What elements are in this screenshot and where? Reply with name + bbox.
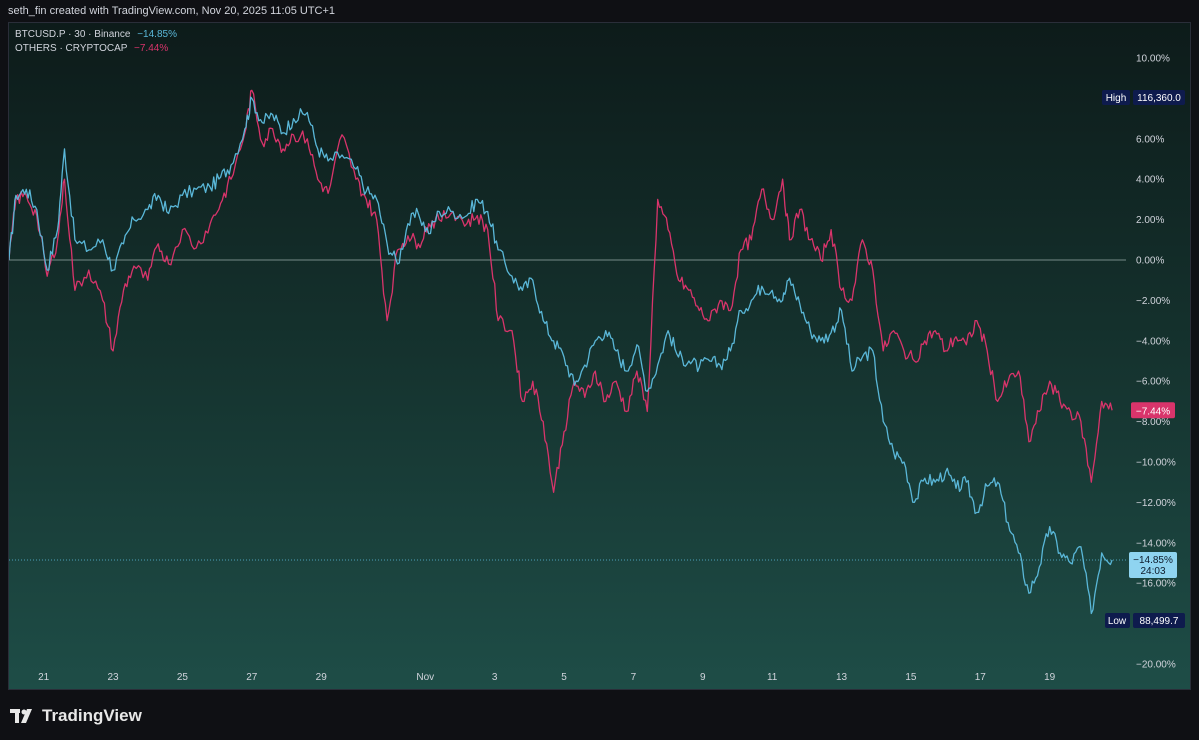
y-tick-label: 0.00% [1136, 256, 1164, 267]
y-tick-label: −14.00% [1136, 538, 1176, 549]
legend-btc-label: BTCUSD.P · 30 · Binance [15, 29, 131, 40]
btc-last-tag-label: −14.85% [1133, 555, 1173, 566]
chart-attribution-header: seth_fin created with TradingView.com, N… [0, 0, 1199, 22]
x-tick-label: 7 [631, 672, 637, 683]
y-tick-label: −10.00% [1136, 458, 1176, 469]
y-tick-label: 4.00% [1136, 175, 1164, 186]
x-tick-label: Nov [416, 672, 434, 683]
y-tick-label: 6.00% [1136, 134, 1164, 145]
y-tick-label: −2.00% [1136, 296, 1170, 307]
x-tick-label: 3 [492, 672, 498, 683]
btc-countdown-label: 24:03 [1140, 566, 1165, 577]
x-tick-label: 13 [836, 672, 848, 683]
x-tick-label: 5 [561, 672, 567, 683]
y-tick-label: −4.00% [1136, 336, 1170, 347]
legend-others-label: OTHERS · CRYPTOCAP [15, 43, 128, 54]
low-value-label: 88,499.7 [1140, 616, 1179, 627]
low-tag-label: Low [1108, 616, 1127, 627]
y-tick-label: −8.00% [1136, 417, 1170, 428]
y-tick-label: −6.00% [1136, 377, 1170, 388]
y-tick-label: −20.00% [1136, 660, 1176, 671]
legend-others-change: −7.44% [134, 43, 169, 54]
x-tick-label: 29 [316, 672, 328, 683]
series-line-btc[interactable] [9, 96, 1113, 615]
footer: TradingView [0, 690, 1199, 740]
y-tick-label: 10.00% [1136, 54, 1170, 65]
x-tick-label: 17 [975, 672, 987, 683]
high-tag-label: High [1106, 93, 1127, 104]
x-tick-label: 19 [1044, 672, 1056, 683]
tradingview-logo-icon [10, 709, 32, 723]
y-tick-label: 2.00% [1136, 215, 1164, 226]
x-tick-label: 23 [108, 672, 120, 683]
others-last-tag-label: −7.44% [1136, 406, 1170, 417]
chart-panel[interactable]: 10.00% 6.00% 4.00% 2.00% 0.00% −2.00% −4.00% −6… [8, 22, 1191, 690]
high-value-label: 116,360.0 [1137, 93, 1181, 104]
tradingview-brand-text: TradingView [42, 706, 142, 725]
x-tick-label: 25 [177, 672, 189, 683]
x-tick-label: 15 [905, 672, 917, 683]
x-tick-label: 21 [38, 672, 50, 683]
series-line-others[interactable] [9, 89, 1113, 493]
x-tick-label: 11 [767, 672, 778, 683]
x-tick-label: 27 [246, 672, 258, 683]
legend-btc-change: −14.85% [137, 29, 177, 40]
legend-others[interactable]: OTHERS · CRYPTOCAP −7.44% [15, 43, 168, 54]
tradingview-logo[interactable]: TradingView [10, 706, 142, 726]
chart-canvas[interactable]: 10.00% 6.00% 4.00% 2.00% 0.00% −2.00% −4.00% −6… [9, 23, 1191, 690]
y-tick-label: −16.00% [1136, 579, 1176, 590]
x-tick-label: 9 [700, 672, 706, 683]
y-tick-label: −12.00% [1136, 498, 1176, 509]
attribution-text: seth_fin created with TradingView.com, N… [8, 5, 336, 17]
legend-btc[interactable]: BTCUSD.P · 30 · Binance −14.85% [15, 29, 177, 40]
